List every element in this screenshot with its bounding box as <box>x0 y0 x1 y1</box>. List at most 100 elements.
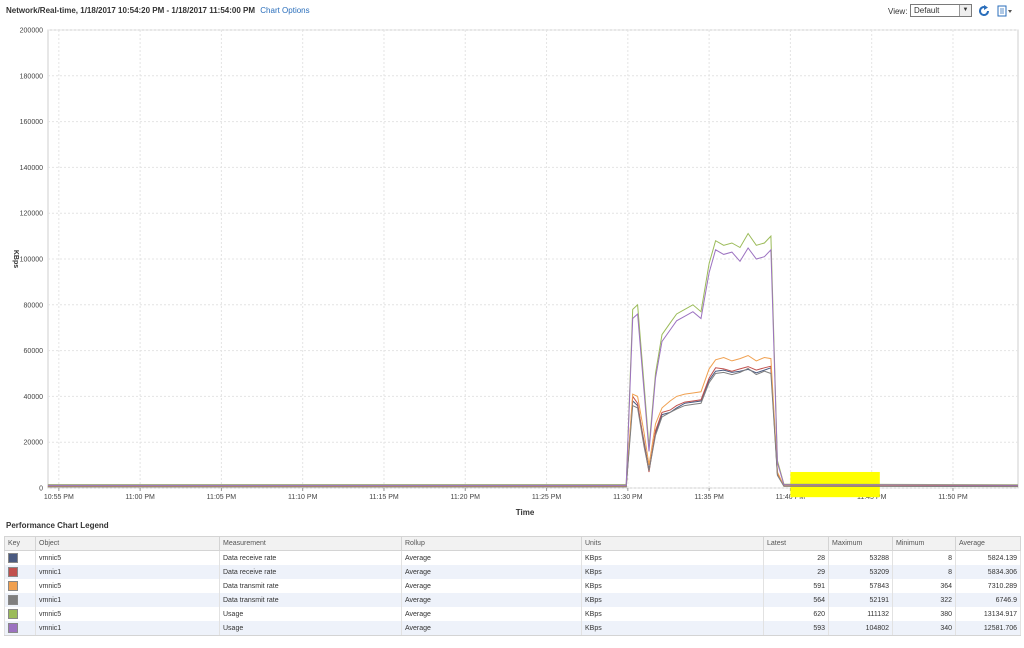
legend-cell-object: vmnic1 <box>35 621 220 636</box>
view-label: View: <box>888 7 908 16</box>
color-swatch <box>8 553 18 563</box>
legend-cell-average: 6746.9 <box>955 593 1021 607</box>
table-row[interactable]: vmnic5 Data receive rate Average KBps 28 5328… <box>4 550 1021 565</box>
legend-cell-object: vmnic1 <box>35 565 220 579</box>
x-axis-title: Time <box>516 508 535 517</box>
y-tick-label: 20000 <box>24 440 44 447</box>
color-swatch <box>8 595 18 605</box>
column-header-measurement[interactable]: Measurement <box>219 536 402 551</box>
legend-key-cell <box>4 550 36 565</box>
y-tick-label: 40000 <box>24 394 44 401</box>
legend-cell-rollup: Average <box>401 607 582 621</box>
legend-header-row: Key Object Measurement Rollup Units Late… <box>4 536 1021 551</box>
legend-title: Performance Chart Legend <box>6 521 109 530</box>
legend-cell-maximum: 57843 <box>828 579 893 593</box>
legend-cell-units: KBps <box>581 550 764 565</box>
chevron-down-icon[interactable]: ▼ <box>959 5 971 16</box>
table-row[interactable]: vmnic5 Data transmit rate Average KBps 591 57… <box>4 579 1021 593</box>
legend-cell-rollup: Average <box>401 550 582 565</box>
legend-cell-units: KBps <box>581 565 764 579</box>
legend-cell-measurement: Data receive rate <box>219 565 402 579</box>
export-icon[interactable] <box>997 5 1013 17</box>
legend-cell-minimum: 364 <box>892 579 956 593</box>
color-swatch <box>8 567 18 577</box>
y-tick-label: 0 <box>39 486 43 493</box>
x-tick-label: 11:05 PM <box>207 494 237 501</box>
x-tick-label: 11:50 PM <box>938 494 968 501</box>
legend-cell-maximum: 104802 <box>828 621 893 636</box>
x-tick-label: 11:15 PM <box>369 494 399 501</box>
column-header-minimum[interactable]: Minimum <box>892 536 956 551</box>
column-header-object[interactable]: Object <box>35 536 220 551</box>
performance-chart: 0 20000 40000 60000 80000 100000 120000 140000 1… <box>12 28 1019 517</box>
chart-title: Network/Real-time, 1/18/2017 10:54:20 PM… <box>6 6 310 15</box>
legend-cell-latest: 591 <box>763 579 829 593</box>
legend-cell-measurement: Usage <box>219 607 402 621</box>
legend-cell-object: vmnic5 <box>35 607 220 621</box>
column-header-average[interactable]: Average <box>955 536 1021 551</box>
color-swatch <box>8 623 18 633</box>
refresh-icon[interactable] <box>978 5 990 17</box>
legend-cell-maximum: 52191 <box>828 593 893 607</box>
legend-cell-measurement: Data receive rate <box>219 550 402 565</box>
column-header-units[interactable]: Units <box>581 536 764 551</box>
legend-cell-minimum: 322 <box>892 593 956 607</box>
legend-cell-units: KBps <box>581 593 764 607</box>
legend-cell-latest: 620 <box>763 607 829 621</box>
y-tick-label: 80000 <box>24 302 44 309</box>
x-tick-label: 11:35 PM <box>694 494 724 501</box>
y-tick-label: 120000 <box>20 211 43 218</box>
legend-key-cell <box>4 579 36 593</box>
legend-cell-minimum: 8 <box>892 565 956 579</box>
legend-cell-object: vmnic1 <box>35 593 220 607</box>
legend-cell-latest: 29 <box>763 565 829 579</box>
color-swatch <box>8 581 18 591</box>
y-tick-label: 180000 <box>20 73 43 80</box>
y-tick-label: 60000 <box>24 348 44 355</box>
legend-cell-units: KBps <box>581 579 764 593</box>
legend-cell-object: vmnic5 <box>35 550 220 565</box>
legend-cell-rollup: Average <box>401 579 582 593</box>
legend-key-cell <box>4 621 36 636</box>
x-tick-label: 11:10 PM <box>288 494 318 501</box>
x-tick-label: 10:55 PM <box>44 494 74 501</box>
legend-cell-minimum: 380 <box>892 607 956 621</box>
legend-cell-measurement: Data transmit rate <box>219 593 402 607</box>
column-header-key[interactable]: Key <box>4 536 36 551</box>
y-tick-label: 160000 <box>20 119 43 126</box>
chart-options-link[interactable]: Chart Options <box>260 6 309 15</box>
legend-cell-minimum: 340 <box>892 621 956 636</box>
legend-cell-minimum: 8 <box>892 550 956 565</box>
y-tick-label: 140000 <box>20 165 43 172</box>
table-row[interactable]: vmnic5 Usage Average KBps 620 111132 380 13134.… <box>4 607 1021 621</box>
color-swatch <box>8 609 18 619</box>
x-tick-label: 11:00 PM <box>125 494 155 501</box>
column-header-maximum[interactable]: Maximum <box>828 536 893 551</box>
x-tick-label: 11:30 PM <box>613 494 643 501</box>
legend-cell-latest: 28 <box>763 550 829 565</box>
legend-key-cell <box>4 593 36 607</box>
table-row[interactable]: vmnic1 Data receive rate Average KBps 29 5320… <box>4 565 1021 579</box>
legend-cell-average: 12581.706 <box>955 621 1021 636</box>
legend-cell-latest: 564 <box>763 593 829 607</box>
legend-cell-units: KBps <box>581 607 764 621</box>
legend-cell-maximum: 53288 <box>828 550 893 565</box>
column-header-rollup[interactable]: Rollup <box>401 536 582 551</box>
chart-header: Network/Real-time, 1/18/2017 10:54:20 PM… <box>0 0 1024 24</box>
legend-cell-average: 7310.289 <box>955 579 1021 593</box>
x-tick-label: 11:20 PM <box>451 494 481 501</box>
table-row[interactable]: vmnic1 Usage Average KBps 593 104802 340 12581.… <box>4 621 1021 636</box>
legend-table: Key Object Measurement Rollup Units Late… <box>4 536 1021 636</box>
legend-cell-rollup: Average <box>401 565 582 579</box>
legend-cell-measurement: Data transmit rate <box>219 579 402 593</box>
legend-cell-object: vmnic5 <box>35 579 220 593</box>
view-select[interactable]: Default ▼ <box>910 4 972 17</box>
legend-cell-maximum: 111132 <box>828 607 893 621</box>
legend-cell-rollup: Average <box>401 593 582 607</box>
legend-key-cell <box>4 565 36 579</box>
table-row[interactable]: vmnic1 Data transmit rate Average KBps 564 52… <box>4 593 1021 607</box>
column-header-latest[interactable]: Latest <box>763 536 829 551</box>
legend-cell-rollup: Average <box>401 621 582 636</box>
y-axis-title: KBps <box>12 250 19 268</box>
legend-cell-latest: 593 <box>763 621 829 636</box>
